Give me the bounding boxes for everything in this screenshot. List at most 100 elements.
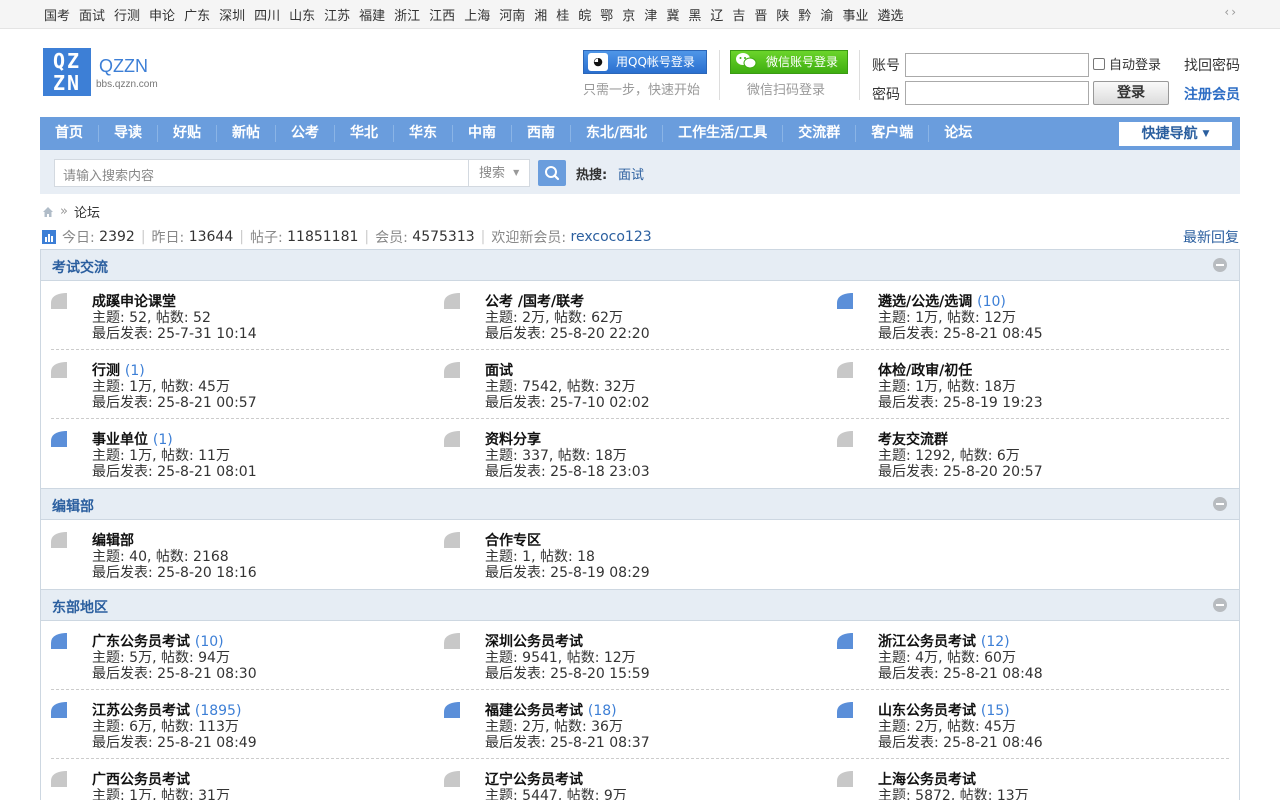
region-link[interactable]: 行测: [114, 5, 140, 24]
search-input[interactable]: 请输入搜索内容: [54, 159, 470, 187]
nav-item[interactable]: 公考: [276, 125, 335, 142]
qq-login-button[interactable]: ◕ 用QQ帐号登录: [583, 50, 707, 74]
forum-last-post[interactable]: 最后发表: 25-8-21 08:49: [92, 732, 257, 752]
latest-reply-link[interactable]: 最新回复: [1183, 227, 1239, 247]
region-link[interactable]: 遴选: [877, 5, 903, 24]
forum-section: 东部地区 广东公务员考试 (10) 主题: 5万, 帖数: 94万 最后发表: 25-…: [40, 589, 1240, 800]
quick-nav-button[interactable]: 快捷导航 ▼: [1119, 122, 1232, 146]
forum-item: 行测 (1) 主题: 1万, 帖数: 45万 最后发表: 25-8-21 00:57: [41, 350, 421, 419]
region-link[interactable]: 申论: [149, 5, 175, 24]
collapse-icon[interactable]: [1213, 598, 1227, 612]
forum-status-icon: [837, 362, 853, 378]
region-link[interactable]: 京: [622, 5, 635, 24]
password-input[interactable]: [905, 81, 1089, 105]
region-link[interactable]: 浙江: [394, 5, 420, 24]
forum-last-post[interactable]: 最后发表: 25-7-10 02:02: [485, 392, 650, 412]
region-link[interactable]: 福建: [359, 5, 385, 24]
find-password-link[interactable]: 找回密码: [1184, 55, 1240, 75]
wechat-login-button[interactable]: 微信账号登录: [730, 50, 848, 74]
nav-item[interactable]: 新帖: [217, 125, 276, 142]
main-nav: 首页 导读 好贴 新帖 公考 华北 华东 中南 西南 东北/西北 工作生活/工具 交流群 客户端 论坛 快…: [40, 117, 1240, 150]
region-link[interactable]: 事业: [842, 5, 868, 24]
forum-last-post[interactable]: 最后发表: 25-8-20 15:59: [485, 663, 650, 683]
forum-last-post[interactable]: 最后发表: 25-8-19 19:23: [878, 392, 1043, 412]
region-link[interactable]: 湘: [534, 5, 547, 24]
nav-item[interactable]: 首页: [40, 125, 99, 142]
auto-login-checkbox[interactable]: 自动登录: [1093, 54, 1161, 73]
region-link[interactable]: 津: [644, 5, 657, 24]
forum-last-post[interactable]: 最后发表: 25-8-21 08:01: [92, 461, 257, 481]
region-link[interactable]: 深圳: [219, 5, 245, 24]
forum-item: 事业单位 (1) 主题: 1万, 帖数: 11万 最后发表: 25-8-21 08:…: [41, 419, 421, 488]
section-title[interactable]: 东部地区: [52, 597, 108, 617]
new-member-link[interactable]: rexcoco123: [571, 229, 652, 245]
breadcrumb-current[interactable]: 论坛: [74, 202, 100, 221]
forum-last-post[interactable]: 最后发表: 25-8-21 08:30: [92, 663, 257, 683]
forum-last-post[interactable]: 最后发表: 25-8-19 08:29: [485, 562, 650, 582]
forum-last-post[interactable]: 最后发表: 25-8-21 08:37: [485, 732, 650, 752]
hot-search-link[interactable]: 面试: [618, 164, 644, 183]
collapse-icon[interactable]: [1213, 258, 1227, 272]
region-link[interactable]: 江西: [429, 5, 455, 24]
region-link[interactable]: 国考: [44, 5, 70, 24]
forum-last-post[interactable]: 最后发表: 25-8-21 08:45: [878, 323, 1043, 343]
topbar-arrows-icon[interactable]: ‹›: [1224, 5, 1238, 19]
region-link[interactable]: 晋: [754, 5, 767, 24]
forum-last-post[interactable]: 最后发表: 25-8-21 08:46: [878, 732, 1043, 752]
forum-last-post[interactable]: 最后发表: 25-8-21 08:48: [878, 663, 1043, 683]
region-link[interactable]: 上海: [464, 5, 490, 24]
checkbox-icon[interactable]: [1093, 57, 1105, 70]
forum-last-post[interactable]: 最后发表: 25-7-31 10:14: [92, 323, 257, 343]
section-title[interactable]: 编辑部: [52, 496, 94, 516]
forum-item: 面试 主题: 7542, 帖数: 32万 最后发表: 25-7-10 02:02: [434, 350, 814, 419]
forum-last-post[interactable]: 最后发表: 25-8-20 22:20: [485, 323, 650, 343]
nav-item[interactable]: 东北/西北: [571, 125, 664, 142]
search-button[interactable]: [538, 160, 566, 186]
nav-item[interactable]: 西南: [512, 125, 571, 142]
forum-last-post[interactable]: 最后发表: 25-8-18 23:03: [485, 461, 650, 481]
region-link[interactable]: 渝: [820, 5, 833, 24]
home-icon[interactable]: [42, 206, 54, 218]
nav-item[interactable]: 导读: [99, 125, 158, 142]
forum-last-post[interactable]: 最后发表: 25-8-20 18:16: [92, 562, 257, 582]
forum-item: 考友交流群 主题: 1292, 帖数: 6万 最后发表: 25-8-20 20:5…: [827, 419, 1207, 488]
nav-item[interactable]: 工作生活/工具: [663, 125, 784, 142]
region-link[interactable]: 河南: [499, 5, 525, 24]
region-link[interactable]: 冀: [666, 5, 679, 24]
nav-item[interactable]: 华北: [335, 125, 394, 142]
nav-item[interactable]: 交流群: [783, 125, 857, 142]
forum-last-post[interactable]: 最后发表: 25-8-20 20:57: [878, 461, 1043, 481]
region-link[interactable]: 陕: [776, 5, 789, 24]
region-link[interactable]: 四川: [254, 5, 280, 24]
region-link[interactable]: 桂: [556, 5, 569, 24]
region-link[interactable]: 面试: [79, 5, 105, 24]
nav-item[interactable]: 中南: [453, 125, 512, 142]
logo-name[interactable]: QZZN: [99, 56, 148, 77]
nav-item[interactable]: 客户端: [856, 125, 930, 142]
nav-item[interactable]: 论坛: [929, 125, 987, 142]
region-link[interactable]: 黑: [688, 5, 701, 24]
region-link[interactable]: 吉: [732, 5, 745, 24]
forum-last-post[interactable]: 最后发表: 25-8-21 00:57: [92, 392, 257, 412]
region-link[interactable]: 山东: [289, 5, 315, 24]
region-link[interactable]: 广东: [184, 5, 210, 24]
register-link[interactable]: 注册会员: [1184, 84, 1240, 104]
region-link[interactable]: 江苏: [324, 5, 350, 24]
login-button[interactable]: 登录: [1093, 81, 1169, 105]
forum-row: 广西公务员考试 主题: 1万, 帖数: 31万 辽宁公务员考试 主题: 5447,…: [41, 759, 1239, 800]
region-link[interactable]: 皖: [578, 5, 591, 24]
nav-item[interactable]: 华东: [394, 125, 453, 142]
logo-mark[interactable]: QZ ZN: [43, 48, 91, 96]
forum-row: 江苏公务员考试 (1895) 主题: 6万, 帖数: 113万 最后发表: 25-8…: [41, 690, 1239, 759]
region-link[interactable]: 鄂: [600, 5, 613, 24]
forum-item: 江苏公务员考试 (1895) 主题: 6万, 帖数: 113万 最后发表: 25-8…: [41, 690, 421, 759]
region-link[interactable]: 辽: [710, 5, 723, 24]
posts-count: 11851181: [287, 229, 359, 245]
collapse-icon[interactable]: [1213, 497, 1227, 511]
region-link[interactable]: 黔: [798, 5, 811, 24]
divider: [719, 50, 720, 100]
nav-item[interactable]: 好贴: [158, 125, 217, 142]
section-title[interactable]: 考试交流: [52, 257, 108, 277]
account-input[interactable]: [905, 53, 1089, 77]
search-type-select[interactable]: 搜索 ▼: [468, 159, 530, 187]
